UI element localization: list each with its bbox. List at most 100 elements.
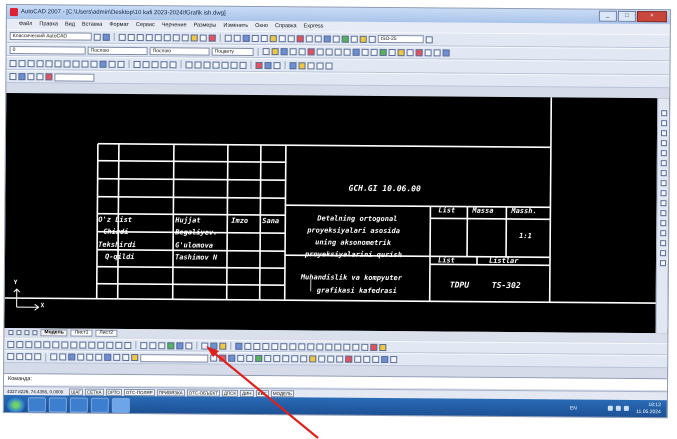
dimension-radius-icon[interactable] [242,34,250,42]
snap-parallel-icon[interactable] [316,342,324,351]
grid-toggle[interactable]: СЕТКА [84,388,104,396]
move-icon[interactable] [201,342,209,350]
revcloud-icon[interactable] [72,60,80,68]
zoom-realtime-icon[interactable] [361,48,369,56]
dimstyle-manager-icon[interactable] [425,35,433,43]
materials-icon[interactable] [237,354,245,362]
polyline-icon[interactable] [136,33,144,41]
arc-icon[interactable] [163,33,171,41]
dim-baseline-icon[interactable] [88,341,96,349]
paste-icon[interactable] [316,48,324,56]
snap-extension-icon[interactable] [271,342,279,350]
background-icon[interactable] [255,354,263,363]
erase-icon[interactable] [660,110,667,117]
snap-intersection-icon[interactable] [253,342,261,350]
dim-jogged-icon[interactable] [52,340,60,348]
sheet-set-icon[interactable] [415,49,423,57]
move-icon[interactable] [660,160,667,167]
orbit-icon[interactable] [273,61,281,69]
copy-icon[interactable] [660,120,667,127]
circle-icon[interactable] [158,341,166,349]
dim-radius-icon[interactable] [43,340,51,348]
snap-temp-icon[interactable] [370,343,378,351]
offset-icon[interactable] [660,140,667,147]
pline-icon[interactable] [27,59,35,67]
layer-walk-icon[interactable] [27,73,35,81]
revolve-icon[interactable] [372,355,380,363]
dim-continue-icon[interactable] [97,341,105,349]
view-select[interactable] [140,353,209,363]
tab-last-icon[interactable] [32,330,38,336]
ellipse-icon[interactable] [149,341,157,349]
view-back-icon[interactable] [255,61,263,69]
tolerance-icon[interactable] [287,34,295,42]
text-scale-icon[interactable] [230,61,238,69]
hatch-icon[interactable] [133,60,141,68]
fog-icon[interactable] [264,355,272,363]
donut-icon[interactable] [167,341,175,349]
stretch-icon[interactable] [660,190,667,197]
workspace-save-icon[interactable] [102,33,110,41]
xref-icon[interactable] [95,353,103,361]
taskbar-explorer-icon[interactable] [48,397,67,413]
snap-perpendicular-icon[interactable] [307,342,315,350]
volume-icon[interactable] [623,405,629,411]
array-icon[interactable] [660,150,667,157]
menu-modify[interactable]: Изменить [223,23,248,29]
plotstyle-select[interactable]: Поцвету [211,47,254,56]
quick-dimension-icon[interactable] [350,35,358,43]
print-icon[interactable] [289,48,297,56]
arc-icon[interactable] [54,59,62,67]
render-settings-icon[interactable] [273,355,281,363]
leader-icon[interactable] [278,34,286,42]
snap-midpoint-icon[interactable] [244,342,252,350]
zoom-previous-icon[interactable] [379,48,387,56]
dim-ordinate-icon[interactable] [34,340,42,348]
draworder-icon[interactable] [7,353,15,361]
tab-first-icon[interactable] [8,330,14,336]
scale-icon[interactable] [660,180,667,187]
solid-cone-icon[interactable] [345,355,353,363]
zoom-window-icon[interactable] [370,48,378,56]
otrack-toggle[interactable]: ОТС-ОБЪЕКТ [186,388,220,397]
undo-icon[interactable] [334,48,342,56]
lwt-toggle[interactable]: ВЕС [255,389,269,397]
linetype-select[interactable]: Послою [87,46,148,55]
minimize-button[interactable]: _ [598,10,617,22]
tab-layout2[interactable]: Лист2 [95,329,118,337]
new-icon[interactable] [262,48,270,56]
union-icon[interactable] [381,355,389,364]
block-attribute-icon[interactable] [59,353,67,361]
pan-icon[interactable] [352,48,360,56]
menu-file[interactable]: Файл [19,21,33,27]
center-mark-icon[interactable] [296,34,304,42]
dimension-baseline-icon[interactable] [260,34,268,42]
edit-attribute-icon[interactable] [50,353,58,361]
solid-sphere-icon[interactable] [327,355,335,363]
tab-layout1[interactable]: Лист1 [70,329,93,337]
workspace-select[interactable]: Классический AutoCAD [9,32,92,41]
menu-draw[interactable]: Черчение [162,22,187,28]
lights-icon[interactable] [228,354,236,362]
render-icon[interactable] [219,354,227,362]
point-icon[interactable] [117,60,125,68]
polygon-icon[interactable] [36,59,44,67]
menu-tools[interactable]: Сервис [136,22,155,28]
menu-edit[interactable]: Правка [39,21,58,27]
line-icon[interactable] [9,59,17,67]
menu-insert[interactable]: Вставка [82,22,102,28]
open-icon[interactable] [271,48,279,56]
dimension-edit-icon[interactable] [305,34,313,42]
edit-hatch-icon[interactable] [16,353,24,361]
walk-icon[interactable] [291,355,299,363]
help-icon[interactable] [442,49,450,57]
snap-insert-icon[interactable] [325,343,333,351]
dim-style-select[interactable]: ISO-25 [377,34,424,44]
quickcalc-icon[interactable] [433,49,441,57]
make-block-icon[interactable] [108,60,116,68]
text-convert-icon[interactable] [239,61,247,69]
dimension-aligned-icon[interactable] [233,34,241,42]
subtract-icon[interactable] [390,356,398,364]
dim-linear-icon[interactable] [7,340,15,348]
workspace-settings-icon[interactable] [93,33,101,41]
